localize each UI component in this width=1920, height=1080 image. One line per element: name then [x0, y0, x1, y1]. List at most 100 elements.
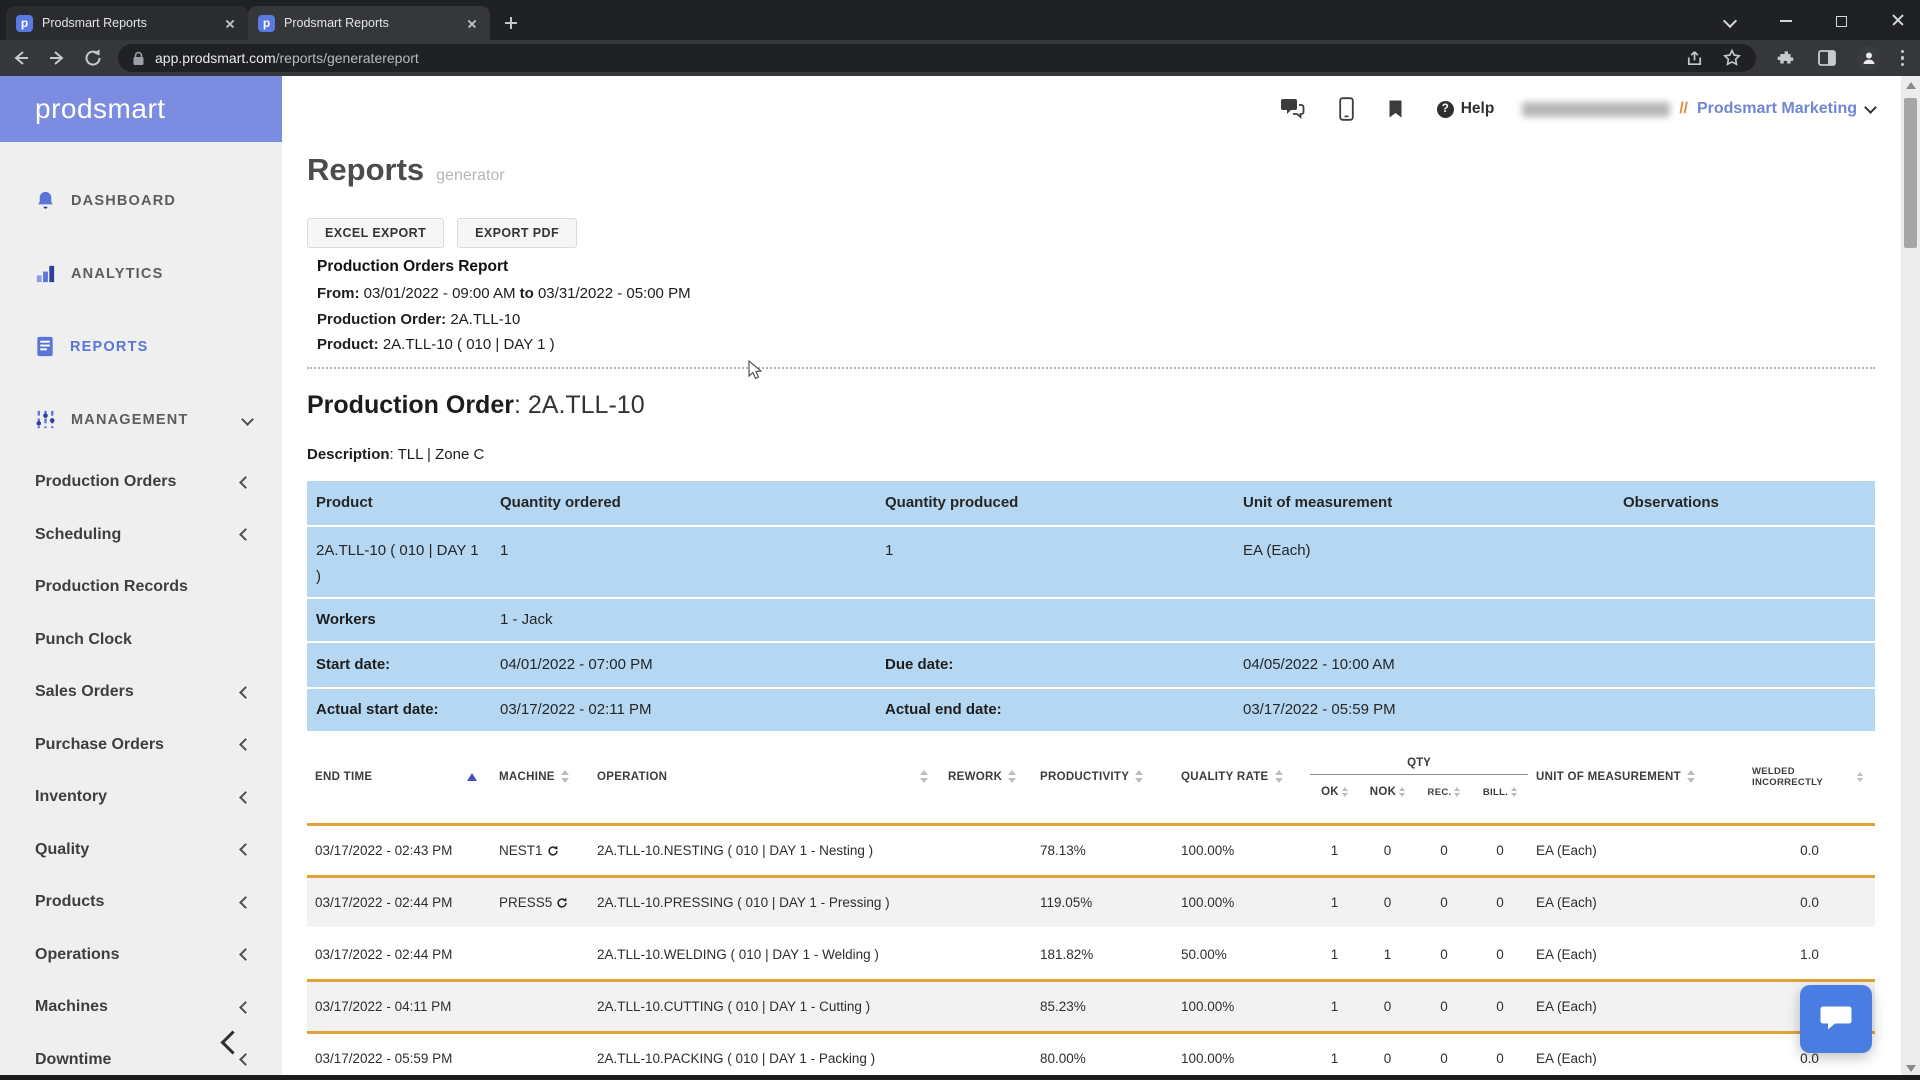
sort-icon: [920, 770, 928, 783]
sidebar-item[interactable]: Machines: [0, 981, 282, 1034]
column-header-rec[interactable]: REC.: [1416, 786, 1472, 798]
sidebar-item-label: Downtime: [35, 1051, 111, 1069]
scroll-down-icon[interactable]: [1906, 1065, 1916, 1072]
share-icon[interactable]: [1685, 49, 1704, 68]
sort-asc-icon: [467, 773, 477, 781]
mobile-icon[interactable]: [1339, 97, 1354, 121]
help-button[interactable]: ? Help: [1437, 100, 1495, 118]
column-header-machine[interactable]: MACHINE: [491, 770, 589, 783]
sidebar-item[interactable]: Production Orders: [0, 456, 282, 509]
help-label: Help: [1461, 100, 1495, 118]
column-header-productivity[interactable]: PRODUCTIVITY: [1032, 770, 1173, 783]
export-pdf-button[interactable]: EXPORT PDF: [457, 218, 577, 248]
side-panel-icon[interactable]: [1817, 48, 1837, 68]
summary-dates-row: Start date: 04/01/2022 - 07:00 PM Due da…: [307, 641, 1875, 687]
reload-icon[interactable]: [82, 47, 104, 69]
qty-bill-cell: 0: [1472, 895, 1528, 910]
sidebar-item[interactable]: Sales Orders: [0, 666, 282, 719]
start-date-value: 04/01/2022 - 07:00 PM: [491, 656, 876, 673]
report-date-range: From: 03/01/2022 - 09:00 AM to 03/31/202…: [317, 281, 1875, 307]
scrollbar-thumb[interactable]: [1904, 98, 1917, 248]
tab-close-icon[interactable]: [464, 15, 480, 31]
scroll-up-icon[interactable]: [1906, 82, 1916, 89]
page-scrollbar[interactable]: [1901, 76, 1920, 1080]
column-header-rework[interactable]: REWORK: [940, 770, 1032, 783]
column-header-operation[interactable]: OPERATION: [589, 770, 940, 783]
sidebar-item[interactable]: Purchase Orders: [0, 719, 282, 772]
excel-export-button[interactable]: EXCEL EXPORT: [307, 218, 444, 248]
quality-rate-cell: 100.00%: [1173, 843, 1310, 858]
user-menu[interactable]: // Prodsmart Marketing: [1522, 100, 1875, 118]
tab-search-icon[interactable]: [1722, 12, 1738, 28]
qty-nok-cell: 0: [1359, 999, 1416, 1014]
column-header-nok[interactable]: NOK: [1359, 786, 1416, 798]
chat-icon[interactable]: [1279, 98, 1305, 120]
machine-cell: NEST1: [491, 843, 589, 858]
sidebar-item[interactable]: Punch Clock: [0, 614, 282, 667]
browser-tab-2[interactable]: p Prodsmart Reports: [248, 6, 490, 40]
welded-incorrectly-cell: 1.0: [1744, 947, 1875, 962]
sidebar-primary-nav: DASHBOARD ANALYTICS REPORTS MANAGEMENT: [0, 142, 282, 456]
chevron-left-icon: [239, 1001, 252, 1014]
sidebar-item[interactable]: Inventory: [0, 771, 282, 824]
sidebar-item[interactable]: Production Records: [0, 561, 282, 614]
close-icon[interactable]: [1890, 12, 1906, 28]
bookmark-star-icon[interactable]: [1722, 48, 1742, 68]
workers-value: 1 - Jack: [491, 611, 876, 628]
chevron-left-icon: [239, 896, 252, 909]
document-icon: [34, 335, 56, 358]
address-bar[interactable]: app.prodsmart.com/reports/generatereport: [118, 44, 1756, 72]
machine-cell: PRESS5: [491, 895, 589, 910]
sidebar-item-management[interactable]: MANAGEMENT: [0, 383, 282, 456]
restore-icon[interactable]: [1834, 12, 1850, 28]
sidebar-item[interactable]: Quality: [0, 824, 282, 877]
report-meta: From: 03/01/2022 - 09:00 AM to 03/31/202…: [307, 281, 1875, 358]
sidebar-item-dashboard[interactable]: DASHBOARD: [0, 164, 282, 237]
qty-rec-cell: 0: [1416, 895, 1472, 910]
table-row: 03/17/2022 - 04:11 PM 2A.TLL-10.CUTTING …: [307, 979, 1875, 1031]
order-summary-table: Product Quantity ordered Quantity produc…: [307, 481, 1875, 731]
qty-ok-cell: 1: [1310, 947, 1359, 962]
column-header-ok[interactable]: OK: [1310, 786, 1359, 798]
new-tab-button[interactable]: [498, 10, 524, 36]
sidebar-item-label: Inventory: [35, 788, 107, 806]
end-time-cell: 03/17/2022 - 05:59 PM: [307, 1051, 491, 1066]
extensions-icon[interactable]: [1776, 48, 1797, 69]
url-text: app.prodsmart.com/reports/generatereport: [155, 50, 419, 66]
browser-toolbar: app.prodsmart.com/reports/generatereport: [0, 40, 1920, 76]
sidebar-item-reports[interactable]: REPORTS: [0, 310, 282, 383]
column-header-bill[interactable]: BILL.: [1472, 786, 1528, 798]
bookmark-icon[interactable]: [1388, 99, 1403, 119]
back-icon[interactable]: [10, 47, 32, 69]
section-divider: [307, 367, 1875, 369]
forward-icon[interactable]: [46, 47, 68, 69]
chat-widget-button[interactable]: [1800, 985, 1872, 1053]
column-header-end-time[interactable]: END TIME: [307, 771, 491, 783]
quality-rate-cell: 100.00%: [1173, 1051, 1310, 1066]
column-header-welded-incorrectly[interactable]: WELDED INCORRECTLY: [1744, 766, 1875, 788]
observations-cell: [1614, 527, 1875, 538]
browser-tab-1[interactable]: p Prodsmart Reports: [6, 6, 248, 40]
user-name-redacted: [1522, 102, 1670, 117]
profile-avatar[interactable]: [1857, 46, 1881, 70]
app-viewport: prodsmart DASHBOARD ANALYTICS REPORTS MA…: [0, 76, 1920, 1080]
sort-icon: [1687, 770, 1695, 783]
quality-rate-cell: 100.00%: [1173, 999, 1310, 1014]
column-header-quality-rate[interactable]: QUALITY RATE: [1173, 770, 1310, 783]
prodsmart-favicon: p: [258, 15, 275, 32]
sidebar-item[interactable]: Scheduling: [0, 509, 282, 562]
sidebar-item-analytics[interactable]: ANALYTICS: [0, 237, 282, 310]
report-title: Production Orders Report: [307, 258, 1875, 276]
tab-close-icon[interactable]: [222, 15, 238, 31]
operations-table-header: END TIME MACHINE OPERATION REWORK: [307, 731, 1875, 823]
browser-menu-icon[interactable]: [1901, 50, 1904, 66]
qty-group-underline: [1310, 774, 1528, 775]
sidebar-item[interactable]: Operations: [0, 929, 282, 982]
qty-rec-cell: 0: [1416, 999, 1472, 1014]
sidebar-item-label: Production Records: [35, 578, 188, 596]
chevron-left-icon: [239, 791, 252, 804]
qty-bill-cell: 0: [1472, 1051, 1528, 1066]
sidebar-item[interactable]: Products: [0, 876, 282, 929]
column-header-uom[interactable]: UNIT OF MEASUREMENT: [1528, 770, 1744, 783]
minimize-icon[interactable]: [1778, 12, 1794, 28]
